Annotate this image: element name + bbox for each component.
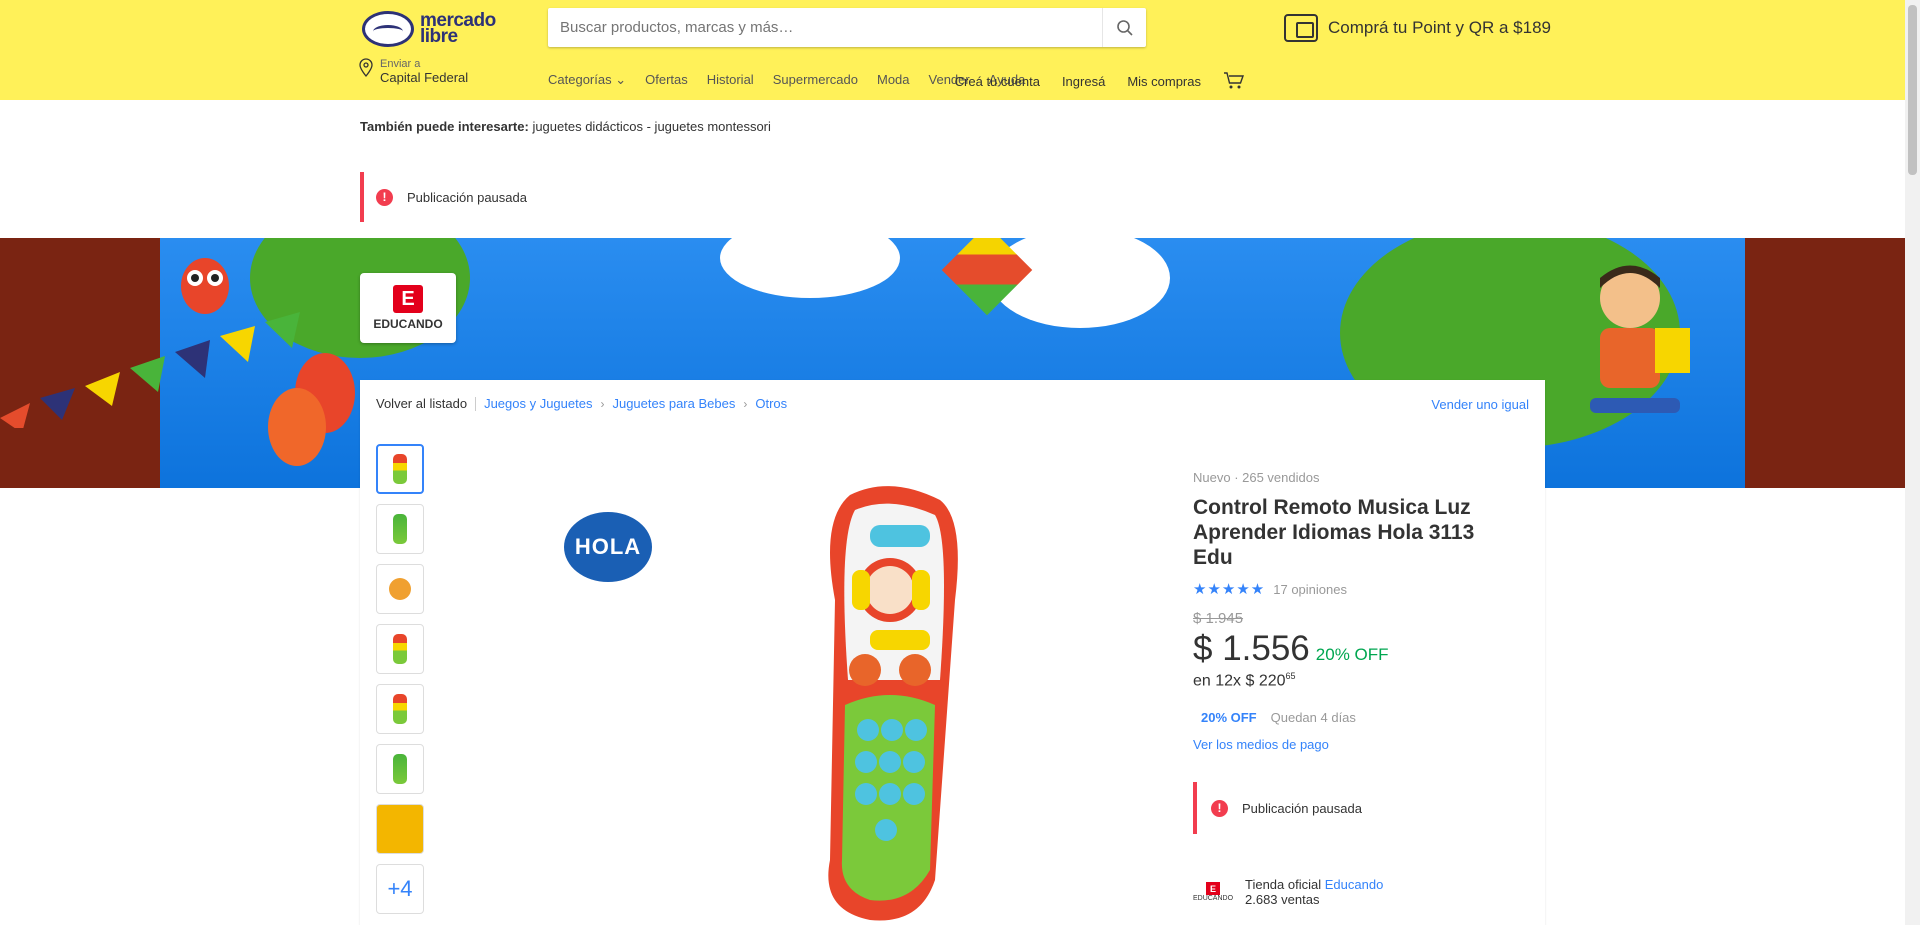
remote-thumb-image <box>393 754 407 784</box>
hola-brand-logo: HOLA <box>564 512 652 582</box>
product-info: Nuevo · 265 vendidos Control Remoto Musi… <box>1193 470 1513 910</box>
breadcrumb-divider <box>475 396 477 411</box>
related-searches: También puede interesarte: juguetes didá… <box>360 119 771 134</box>
login-link[interactable]: Ingresá <box>1062 74 1105 89</box>
cart-icon[interactable] <box>1223 72 1245 90</box>
chevron-right-icon: › <box>600 396 605 411</box>
thumbnail-6[interactable] <box>376 744 424 794</box>
page: mercado libre Comprá tu Point y QR a $18… <box>0 0 1920 925</box>
product-card: Volver al listado Juegos y Juguetes › Ju… <box>360 380 1545 925</box>
search-button[interactable] <box>1102 8 1146 47</box>
remote-control-image <box>828 486 958 921</box>
installments: en 12x $ 22065 <box>1193 671 1513 690</box>
nav-moda[interactable]: Moda <box>877 72 910 88</box>
warning-icon: ! <box>376 188 393 206</box>
product-title: Control Remoto Musica Luz Aprender Idiom… <box>1193 496 1475 569</box>
thumbnail-5[interactable] <box>376 684 424 734</box>
store-name-link[interactable]: Educando <box>1325 877 1384 892</box>
thumbnail-4[interactable] <box>376 624 424 674</box>
thumbnail-2[interactable] <box>376 504 424 554</box>
current-price-row: $ 1.556 20% OFF <box>1193 629 1513 669</box>
back-to-list-link[interactable]: Volver al listado <box>376 396 467 411</box>
remote-thumb-image <box>393 454 407 484</box>
breadcrumb-otros[interactable]: Otros <box>755 396 787 411</box>
search-icon <box>1116 19 1133 36</box>
store-sales: 2.683 ventas <box>1245 892 1320 908</box>
remote-thumb-image <box>393 514 407 544</box>
store-logo-letter: E <box>393 285 423 313</box>
store-small-logo-name: EDUCANDO <box>1192 895 1234 903</box>
character-thumb-image <box>389 578 411 600</box>
main-product-image[interactable]: HOLA <box>540 470 1040 925</box>
banner-pennants <box>0 312 300 428</box>
paused-notice-side-text: Publicación pausada <box>1242 800 1362 816</box>
installments-text: en 12x $ 220 <box>1193 672 1286 690</box>
search-input[interactable] <box>548 8 1102 47</box>
nav-categorias[interactable]: Categorías ⌄ <box>548 72 626 88</box>
banner-child-figure <box>1590 265 1690 413</box>
related-searches-links[interactable]: juguetes didácticos - juguetes montessor… <box>532 119 770 134</box>
nav-supermercado[interactable]: Supermercado <box>773 72 858 88</box>
create-account-link[interactable]: Creá tu cuenta <box>955 74 1040 89</box>
product-rating[interactable]: ★★★★★ 17 opiniones <box>1193 580 1513 598</box>
remote-thumb-image <box>393 694 407 724</box>
promo-days-left: Quedan 4 días <box>1270 710 1356 726</box>
official-store-info: E EDUCANDO Tienda oficial Educando 2.683… <box>1193 874 1513 910</box>
thumbnail-7[interactable] <box>376 804 424 854</box>
user-actions: Creá tu cuenta Ingresá Mis compras <box>955 72 1245 90</box>
promo-badge: 20% OFF <box>1201 710 1257 726</box>
site-header: mercado libre Comprá tu Point y QR a $18… <box>0 0 1905 100</box>
location-pin-icon <box>359 58 373 77</box>
banner-owl <box>181 258 229 314</box>
chevron-right-icon: › <box>743 396 748 411</box>
warning-icon: ! <box>1211 799 1228 817</box>
mercadolibre-logo[interactable]: mercado libre <box>362 8 502 50</box>
gallery-thumbnails: +4 <box>376 444 424 914</box>
current-price: $ 1.556 <box>1193 629 1310 668</box>
store-logo-name: EDUCANDO <box>373 317 443 331</box>
product-condition: Nuevo · 265 vendidos <box>1193 470 1320 485</box>
location-value: Capital Federal <box>380 70 469 85</box>
scrollbar-thumb[interactable] <box>1908 5 1917 175</box>
payment-methods-link[interactable]: Ver los medios de pago <box>1193 737 1513 752</box>
promo-info: 20% OFF Quedan 4 días <box>1193 710 1513 725</box>
point-promo[interactable]: Comprá tu Point y QR a $189 <box>1284 14 1551 42</box>
store-small-logo-letter: E <box>1206 882 1220 896</box>
related-searches-label: También puede interesarte: <box>360 119 529 134</box>
logo-text-line2: libre <box>420 26 458 47</box>
point-device-icon <box>1284 14 1318 42</box>
store-label: Tienda oficial <box>1245 877 1322 893</box>
thumbnail-3[interactable] <box>376 564 424 614</box>
nav-historial[interactable]: Historial <box>707 72 754 88</box>
thumbnail-1[interactable] <box>376 444 424 494</box>
original-price: $ 1.945 <box>1193 610 1244 627</box>
store-small-logo[interactable]: E EDUCANDO <box>1193 874 1233 910</box>
my-purchases-link[interactable]: Mis compras <box>1127 74 1201 89</box>
breadcrumb-juegos[interactable]: Juegos y Juguetes <box>484 396 592 411</box>
more-thumbnails[interactable]: +4 <box>376 864 424 914</box>
page-scrollbar[interactable] <box>1905 0 1920 925</box>
location-label: Enviar a <box>380 58 421 70</box>
point-promo-text: Comprá tu Point y QR a $189 <box>1328 18 1552 37</box>
review-count: 17 opiniones <box>1273 581 1347 597</box>
search-bar <box>548 8 1146 47</box>
store-logo[interactable]: E EDUCANDO <box>360 273 456 343</box>
star-rating-icon: ★★★★★ <box>1193 581 1266 598</box>
banner-right-wood <box>1745 238 1905 488</box>
remote-thumb-image <box>393 634 407 664</box>
discount-label: 20% OFF <box>1315 645 1389 664</box>
nav-ofertas[interactable]: Ofertas <box>645 72 688 88</box>
installments-cents: 65 <box>1285 671 1296 681</box>
paused-notice-side: ! Publicación pausada <box>1193 782 1513 835</box>
handshake-icon <box>362 11 414 47</box>
sell-same-link[interactable]: Vender uno igual <box>1431 397 1529 412</box>
paused-notice-top: ! Publicación pausada <box>360 172 760 222</box>
breadcrumb-bebes[interactable]: Juguetes para Bebes <box>612 396 735 411</box>
paused-notice-text: Publicación pausada <box>407 189 527 205</box>
breadcrumb: Volver al listado Juegos y Juguetes › Ju… <box>376 396 787 411</box>
delivery-location[interactable]: Enviar a Capital Federal <box>358 58 468 85</box>
